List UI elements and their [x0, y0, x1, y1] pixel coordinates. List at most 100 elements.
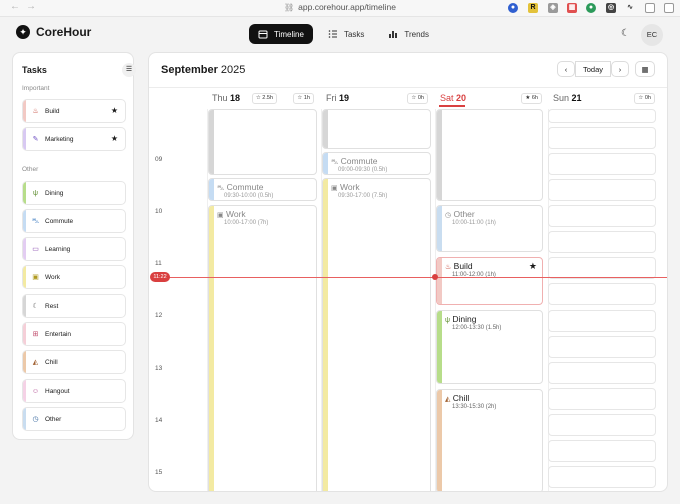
event-rest[interactable]: [436, 109, 543, 201]
empty-slot[interactable]: [548, 310, 656, 332]
date-picker-button[interactable]: ▦: [635, 61, 655, 77]
task-item-hangout[interactable]: ☺ Hangout: [22, 379, 126, 403]
moon-icon[interactable]: ☾: [621, 28, 630, 39]
current-time-line: [163, 277, 667, 278]
task-item-entertain[interactable]: ⊞ Entertain: [22, 322, 126, 346]
task-item-learning[interactable]: ▭ Learning: [22, 237, 126, 261]
task-item-commute[interactable]: ⛍ Commute: [22, 209, 126, 233]
empty-slot[interactable]: [548, 231, 656, 253]
event-title: ▣ Work: [217, 209, 246, 219]
task-item-other[interactable]: ◷ Other: [22, 407, 126, 431]
main-nav: Timeline Tasks Trends: [249, 24, 438, 44]
empty-slot[interactable]: [548, 388, 656, 410]
tasks-sidebar: Tasks ☰ Important ♨ Build ★ ✎ Marketing …: [12, 52, 136, 440]
tab-tasks[interactable]: Tasks: [319, 24, 373, 44]
day-header[interactable]: Sun 21 ☆ 0h: [549, 93, 659, 109]
app-logo[interactable]: ✦ CoreHour: [16, 25, 91, 39]
task-item-chill[interactable]: ◭ Chill: [22, 350, 126, 374]
event-build[interactable]: ♨ Build 11:00-12:00 (1h) ★: [436, 257, 543, 305]
briefcase-icon: ▣: [32, 274, 39, 281]
empty-slot[interactable]: [548, 283, 656, 305]
tab-timeline[interactable]: Timeline: [249, 24, 313, 44]
empty-slot[interactable]: [548, 440, 656, 462]
today-button[interactable]: Today: [575, 61, 611, 77]
event-title: ⛍ Commute: [217, 182, 264, 192]
prev-week-button[interactable]: ‹: [557, 61, 575, 77]
day-header[interactable]: Thu 18 ☆ 1h: [208, 93, 318, 109]
address-bar[interactable]: ⛓ app.corehour.app/timeline: [284, 2, 396, 12]
fire-icon: ♨: [445, 264, 452, 271]
car-icon: ⛍: [331, 159, 339, 166]
extension-icon[interactable]: ◈: [548, 3, 558, 13]
moon-icon: ☾: [32, 303, 39, 310]
hour-label: 12: [155, 312, 163, 319]
event-rest[interactable]: [322, 109, 431, 149]
star-icon[interactable]: ★: [111, 134, 118, 143]
hour-label: 13: [155, 365, 163, 372]
sort-icon[interactable]: ☰: [122, 63, 136, 77]
url-text: app.corehour.app/timeline: [298, 2, 396, 12]
task-item-marketing[interactable]: ✎ Marketing ★: [22, 127, 126, 151]
clock-icon: ◷: [445, 212, 452, 219]
tab-trends[interactable]: Trends: [379, 24, 438, 44]
event-rest[interactable]: [208, 109, 317, 175]
event-work[interactable]: ▣ Work 09:30-17:00 (7.5h): [322, 178, 431, 491]
megaphone-icon: ✎: [32, 136, 39, 143]
extension-icon[interactable]: ▦: [567, 3, 577, 13]
task-item-dining[interactable]: ψ Dining: [22, 181, 126, 205]
extension-icon[interactable]: R: [528, 3, 538, 13]
car-icon: ⛍: [217, 185, 225, 192]
utensils-icon: ψ: [445, 317, 450, 324]
task-item-build[interactable]: ♨ Build ★: [22, 99, 126, 123]
back-arrow-icon[interactable]: ←: [10, 1, 20, 12]
empty-slot[interactable]: [548, 336, 656, 358]
task-label: Rest: [45, 302, 59, 310]
event-work[interactable]: ▣ Work 10:00-17:00 (7h): [208, 205, 317, 491]
extension-icon[interactable]: ◎: [606, 3, 616, 13]
extension-icon[interactable]: ●: [508, 3, 518, 13]
extension-icon[interactable]: ●: [586, 3, 596, 13]
empty-slot[interactable]: [548, 179, 656, 201]
empty-slot[interactable]: [548, 362, 656, 384]
year: 2025: [220, 64, 246, 76]
empty-slot[interactable]: [548, 466, 656, 488]
task-item-rest[interactable]: ☾ Rest: [22, 294, 126, 318]
star-outline-icon: ☆: [297, 95, 303, 101]
cone-icon: ◭: [445, 396, 451, 403]
extension-icon[interactable]: ∿: [625, 3, 635, 13]
empty-slot[interactable]: [548, 109, 656, 123]
day-hours-badge: ☆ 0h: [634, 93, 655, 104]
empty-slot[interactable]: [548, 257, 656, 279]
empty-slot[interactable]: [548, 205, 656, 227]
month-name: September: [161, 64, 218, 76]
car-icon: ⛍: [31, 217, 40, 225]
sidebar-title: Tasks: [22, 65, 47, 75]
empty-slot[interactable]: [548, 127, 656, 149]
avatar[interactable]: EC: [641, 24, 663, 46]
empty-slot[interactable]: [548, 153, 656, 175]
star-icon[interactable]: ★: [111, 106, 118, 115]
event-dining[interactable]: ψ Dining 12:00-13:30 (1.5h): [436, 310, 543, 384]
current-time-dot: [432, 274, 438, 280]
event-other[interactable]: ◷ Other 10:00-11:00 (1h): [436, 205, 543, 252]
day-header-today[interactable]: Sat 20 ★ 6h: [436, 93, 546, 109]
next-week-button[interactable]: ›: [611, 61, 629, 77]
event-time: 10:00-11:00 (1h): [452, 220, 496, 226]
sidebar-toggle-icon[interactable]: [645, 3, 655, 13]
star-icon[interactable]: ★: [529, 261, 537, 272]
day-header[interactable]: Fri 19 ☆ 0h: [322, 93, 432, 109]
forward-arrow-icon[interactable]: →: [26, 1, 36, 12]
group-label-important: Important: [22, 85, 50, 92]
event-time: 09:30-17:00 (7.5h): [338, 193, 388, 199]
task-item-work[interactable]: ▣ Work: [22, 265, 126, 289]
event-commute[interactable]: ⛍ Commute 09:00-09:30 (0.5h): [322, 152, 431, 175]
split-view-icon[interactable]: [664, 3, 674, 13]
empty-slot[interactable]: [548, 414, 656, 436]
event-commute[interactable]: ⛍ Commute 09:30-10:00 (0.5h): [208, 178, 317, 201]
event-chill[interactable]: ◭ Chill 13:30-15:30 (2h): [436, 389, 543, 491]
event-title: ▣ Work: [331, 182, 360, 192]
star-outline-icon: ☆: [411, 95, 417, 101]
task-label: Chill: [45, 358, 58, 366]
event-time: 13:30-15:30 (2h): [452, 404, 497, 410]
month-title: September 2025: [161, 64, 245, 76]
